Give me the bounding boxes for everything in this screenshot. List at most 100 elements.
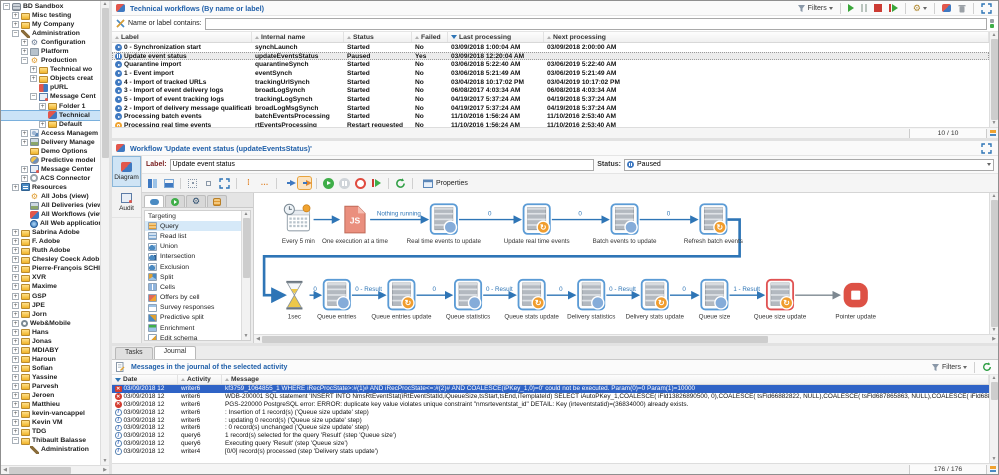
- record-count-icon[interactable]: [990, 129, 996, 137]
- expand-toggle-icon[interactable]: +: [39, 102, 46, 110]
- journal-column-header-activity[interactable]: Activity: [178, 375, 222, 384]
- tree-item-jpe[interactable]: + JPE: [1, 301, 100, 310]
- canvas-vertical-scrollbar[interactable]: ▲ ▼: [989, 193, 998, 334]
- tree-item-sofian[interactable]: + Sofian: [1, 364, 100, 373]
- workflow-status-select[interactable]: Paused: [623, 158, 994, 171]
- tab-audit[interactable]: Audit: [112, 187, 141, 218]
- column-header-failed[interactable]: Failed: [412, 32, 448, 42]
- advance-workflow-button[interactable]: [282, 177, 296, 189]
- scroll-right-icon[interactable]: ▶: [101, 467, 109, 473]
- palette-tab-events[interactable]: [207, 195, 227, 207]
- palette-item-enrichment[interactable]: Enrichment: [145, 323, 241, 333]
- node-queue-stats-update[interactable]: ↻: [517, 278, 546, 311]
- expand-toggle-icon[interactable]: +: [12, 382, 19, 390]
- tree-item-resources[interactable]: + Resources: [1, 183, 100, 192]
- node-queue-entries[interactable]: [322, 278, 351, 311]
- expand-toggle-icon[interactable]: +: [12, 401, 19, 409]
- workflow-row-updateeventsstatus[interactable]: Update event status updateEventsStatus Pau…: [112, 51, 989, 61]
- scroll-down-icon[interactable]: ▼: [992, 120, 997, 127]
- journal-column-header-message[interactable]: Message: [222, 375, 989, 384]
- stop-button[interactable]: [354, 177, 367, 189]
- journal-row-8[interactable]: i 03/09/2018 12 writer4 [0/0] record(s) pro…: [112, 447, 989, 455]
- tree-item-thibault-balasse[interactable]: − Thibault Balasse: [1, 436, 100, 445]
- column-header-internal-name[interactable]: Internal name: [252, 32, 344, 42]
- scroll-up-icon[interactable]: ▲: [244, 211, 249, 218]
- tree-item-jeroen[interactable]: + Jeroen: [1, 391, 100, 400]
- sidebar-horizontal-scrollbar[interactable]: ◀ ▶: [1, 465, 109, 474]
- expand-toggle-icon[interactable]: +: [12, 310, 19, 318]
- scroll-up-icon[interactable]: ▲: [992, 375, 997, 382]
- actions-menu-button[interactable]: ⚙: [911, 3, 929, 14]
- scroll-left-icon[interactable]: ◀: [1, 467, 9, 473]
- scroll-right-icon[interactable]: ▶: [990, 336, 998, 342]
- tree-item-bd-sandbox[interactable]: − BD Sandbox: [1, 2, 100, 11]
- restart-button[interactable]: [370, 177, 383, 189]
- pause-workflow-button[interactable]: [859, 3, 870, 13]
- maximize-panel-button[interactable]: [979, 142, 994, 155]
- journal-row-1[interactable]: ✕ 03/09/2018 12 writer6 WDB-200001 SQL stat…: [112, 393, 989, 401]
- expand-toggle-icon[interactable]: +: [12, 238, 19, 246]
- palette-scrollbar[interactable]: ▲ ▼: [241, 211, 250, 340]
- palette-item-split[interactable]: Split: [145, 272, 241, 282]
- filter-options-icon[interactable]: [990, 19, 994, 28]
- tree-item-access-managem[interactable]: + Access Managem: [1, 129, 100, 138]
- scroll-down-icon[interactable]: ▼: [244, 333, 249, 340]
- journal-row-0[interactable]: ✕ 03/09/2018 12 writer6 kf3759_1064855_1 WH…: [112, 385, 989, 393]
- column-header-last-processing[interactable]: Last processing: [448, 32, 544, 42]
- expand-toggle-icon[interactable]: +: [21, 48, 28, 56]
- tree-item-administration[interactable]: +Administration: [1, 445, 100, 454]
- scroll-up-icon[interactable]: ▲: [103, 1, 108, 8]
- journal-row-7[interactable]: i 03/09/2018 12 query6 Executing query 'Res…: [112, 440, 989, 448]
- tree-item-default[interactable]: + Default: [1, 120, 100, 129]
- tree-item-platform[interactable]: + Platform: [1, 47, 100, 56]
- expand-toggle-icon[interactable]: +: [30, 75, 37, 83]
- expand-toggle-icon[interactable]: +: [21, 138, 28, 146]
- expand-toggle-icon[interactable]: +: [21, 39, 28, 47]
- tree-item-yassine[interactable]: + Yassine: [1, 373, 100, 382]
- record-count-icon[interactable]: [990, 465, 996, 473]
- scroll-down-icon[interactable]: ▼: [992, 456, 997, 463]
- tree-item-all-jobs-view[interactable]: +⚙All Jobs (view): [1, 192, 100, 201]
- node-every-5-min[interactable]: [283, 203, 311, 232]
- tree-item-technical[interactable]: +Technical: [1, 109, 100, 121]
- palette-item-union[interactable]: Union: [145, 242, 241, 252]
- expand-toggle-icon[interactable]: +: [12, 355, 19, 363]
- tree-item-objects-creat[interactable]: + Objects creat: [1, 74, 100, 83]
- tree-item-misc-testing[interactable]: + Misc testing: [1, 11, 100, 20]
- tree-item-mdiaby[interactable]: + MDIABY: [1, 346, 100, 355]
- palette-item-exclusion[interactable]: Exclusion: [145, 262, 241, 272]
- palette-item-cells[interactable]: Cells: [145, 282, 241, 292]
- canvas-horizontal-scrollbar[interactable]: ◀ ▶: [254, 334, 998, 343]
- expand-toggle-icon[interactable]: +: [12, 256, 19, 264]
- expand-toggle-icon[interactable]: +: [12, 410, 19, 418]
- tree-item-kevin-vancappel[interactable]: + kevin-vancappel: [1, 409, 100, 418]
- tree-item-haroun[interactable]: + Haroun: [1, 355, 100, 364]
- workflow-row-trackinglogsynch[interactable]: 5 - Import of event tracking logs trackin…: [112, 95, 989, 104]
- expand-toggle-icon[interactable]: +: [12, 337, 19, 345]
- collapse-toggle-icon[interactable]: −: [3, 3, 10, 11]
- tree-item-configuration[interactable]: + ⚙ Configuration: [1, 38, 100, 47]
- refresh-diagram-button[interactable]: [394, 177, 407, 189]
- tree-item-jonas[interactable]: + Jonas: [1, 337, 100, 346]
- scroll-up-icon[interactable]: ▲: [992, 32, 997, 39]
- node-queue-size[interactable]: [700, 278, 729, 311]
- workflow-row-broadlogmsgsynch[interactable]: 2 - Import of delivery message qualifica…: [112, 104, 989, 113]
- scrollbar-thumb[interactable]: [242, 218, 250, 278]
- scroll-left-icon[interactable]: ◀: [254, 336, 262, 342]
- tree-item-f-adobe[interactable]: + F. Adobe: [1, 237, 100, 246]
- tree-item-predictive-model[interactable]: +Predictive model: [1, 156, 100, 165]
- node-refresh-batch-events[interactable]: ↻: [699, 203, 728, 235]
- layout-split-button[interactable]: [146, 177, 159, 189]
- expand-toggle-icon[interactable]: +: [12, 247, 19, 255]
- tree-item-xvr[interactable]: + XVR: [1, 273, 100, 282]
- tree-item-ruth-adobe[interactable]: + Ruth Adobe: [1, 246, 100, 255]
- journal-row-5[interactable]: i 03/09/2018 12 writer6: 0 record(s) uncha…: [112, 424, 989, 432]
- scrollbar-thumb[interactable]: [990, 382, 998, 400]
- layout-bottom-button[interactable]: [162, 177, 175, 189]
- tree-item-acs-connector[interactable]: + ACS Connector: [1, 174, 100, 183]
- palette-item-read-list[interactable]: Read list: [145, 231, 241, 241]
- expand-toggle-icon[interactable]: +: [21, 174, 28, 182]
- expand-toggle-icon[interactable]: +: [12, 364, 19, 372]
- tree-item-matthieu[interactable]: + Matthieu: [1, 400, 100, 409]
- expand-toggle-icon[interactable]: +: [12, 428, 19, 436]
